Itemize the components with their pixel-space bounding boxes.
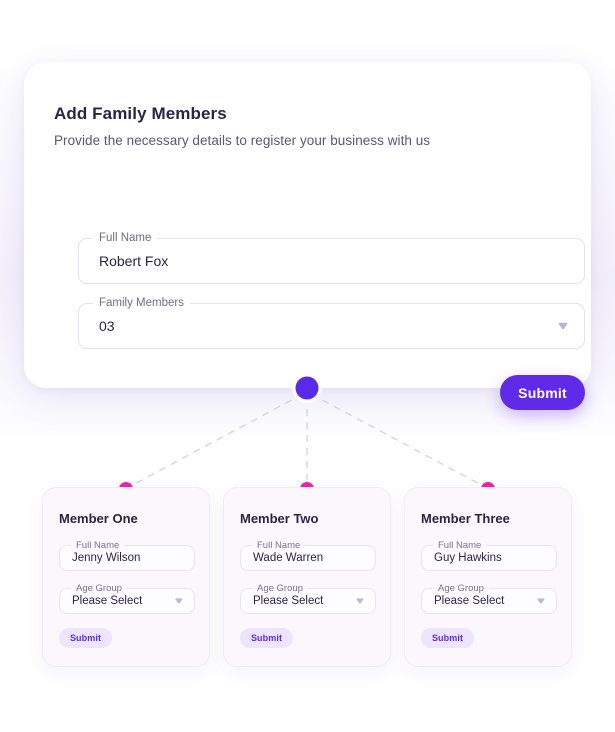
member-age-group-select[interactable]: Age Group Please Select xyxy=(240,582,376,614)
full-name-label: Full Name xyxy=(93,231,158,246)
chevron-down-icon[interactable] xyxy=(557,322,568,331)
chevron-down-icon[interactable] xyxy=(174,598,183,605)
page-title: Add Family Members xyxy=(54,104,227,123)
member-title: Member One xyxy=(59,511,138,526)
member-full-name-value: Wade Warren xyxy=(253,552,324,564)
member-full-name-value: Jenny Wilson xyxy=(72,552,141,564)
member-title: Member Three xyxy=(421,511,510,526)
member-full-name-label: Full Name xyxy=(71,539,125,552)
member-age-group-label: Age Group xyxy=(252,582,308,595)
full-name-field[interactable]: Full Name Robert Fox xyxy=(78,231,585,284)
member-submit-button[interactable]: Submit xyxy=(421,628,474,648)
member-age-group-select[interactable]: Age Group Please Select xyxy=(421,582,557,614)
member-card: Member One Full Name Jenny Wilson Age Gr… xyxy=(42,487,210,667)
member-age-group-value: Please Select xyxy=(434,595,505,607)
member-full-name-label: Full Name xyxy=(252,539,306,552)
member-age-group-select[interactable]: Age Group Please Select xyxy=(59,582,195,614)
member-title: Member Two xyxy=(240,511,319,526)
member-age-group-label: Age Group xyxy=(433,582,489,595)
member-submit-button[interactable]: Submit xyxy=(240,628,293,648)
chevron-down-icon[interactable] xyxy=(536,598,545,605)
family-members-label: Family Members xyxy=(93,296,190,311)
family-members-select[interactable]: Family Members 03 xyxy=(78,296,585,349)
member-age-group-value: Please Select xyxy=(72,595,143,607)
connector-lines xyxy=(126,393,488,489)
member-submit-button[interactable]: Submit xyxy=(59,628,112,648)
submit-button[interactable]: Submit xyxy=(500,375,585,410)
member-full-name-field[interactable]: Full Name Wade Warren xyxy=(240,539,376,571)
member-full-name-value: Guy Hawkins xyxy=(434,552,502,564)
member-card: Member Two Full Name Wade Warren Age Gro… xyxy=(223,487,391,667)
chevron-down-icon[interactable] xyxy=(355,598,364,605)
page-root: Add Family Members Provide the necessary… xyxy=(0,0,615,732)
member-full-name-field[interactable]: Full Name Jenny Wilson xyxy=(59,539,195,571)
member-card: Member Three Full Name Guy Hawkins Age G… xyxy=(404,487,572,667)
member-full-name-field[interactable]: Full Name Guy Hawkins xyxy=(421,539,557,571)
member-age-group-value: Please Select xyxy=(253,595,324,607)
add-family-members-card: Add Family Members Provide the necessary… xyxy=(24,62,591,410)
family-members-value: 03 xyxy=(99,318,115,334)
member-age-group-label: Age Group xyxy=(71,582,127,595)
full-name-value: Robert Fox xyxy=(99,253,169,269)
member-full-name-label: Full Name xyxy=(433,539,487,552)
page-subtitle: Provide the necessary details to registe… xyxy=(54,133,431,148)
